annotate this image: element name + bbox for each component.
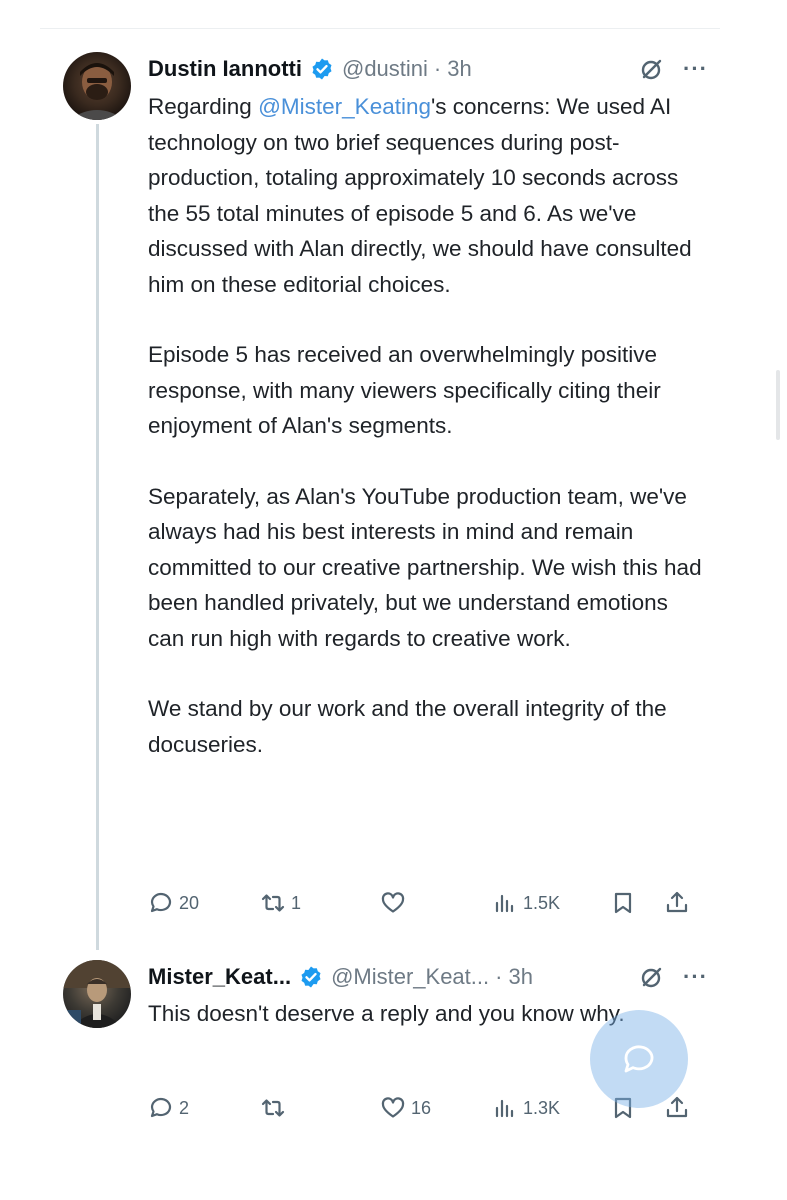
like-button[interactable] xyxy=(380,885,411,921)
views-icon xyxy=(495,894,514,913)
top-divider xyxy=(40,28,720,29)
avatar[interactable] xyxy=(63,52,131,120)
tweet-paragraph: Regarding @Mister_Keating's concerns: We… xyxy=(148,94,692,297)
scrollbar[interactable] xyxy=(776,370,780,440)
share-icon xyxy=(666,891,688,913)
like-count: 16 xyxy=(411,1097,432,1118)
reply-count: 20 xyxy=(179,892,200,913)
views-button[interactable]: 1.3K xyxy=(492,1090,560,1126)
compose-reply-icon xyxy=(624,1045,654,1073)
like-button[interactable]: 16 xyxy=(380,1090,431,1126)
retweet-icon xyxy=(261,894,285,912)
tweet-paragraph: Episode 5 has received an overwhelmingly… xyxy=(148,342,661,438)
tweet-body: Regarding @Mister_Keating's concerns: We… xyxy=(148,89,708,797)
tweet-paragraph: Separately, as Alan's YouTube production… xyxy=(148,483,702,651)
grok-icon[interactable] xyxy=(639,56,665,82)
author-handle[interactable]: @Mister_Keat... xyxy=(331,964,489,990)
views-icon xyxy=(495,1099,514,1118)
reply-count: 2 xyxy=(179,1097,190,1118)
views-button[interactable]: 1.5K xyxy=(492,885,560,921)
avatar-photo xyxy=(69,63,125,120)
thread-connector-line xyxy=(96,124,99,950)
author-display-name[interactable]: Mister_Keat... xyxy=(148,964,291,990)
tweet-actions: 20 1 1.5K xyxy=(148,885,693,921)
share-button[interactable] xyxy=(664,885,690,921)
verified-badge-icon xyxy=(310,57,334,81)
like-icon xyxy=(381,892,405,913)
retweet-icon xyxy=(261,1099,285,1117)
retweet-count: 1 xyxy=(291,892,302,913)
separator-dot: · xyxy=(433,56,442,81)
more-icon[interactable]: ··· xyxy=(683,56,708,82)
grok-icon[interactable] xyxy=(639,964,665,990)
compose-reply-button[interactable] xyxy=(590,1010,688,1108)
avatar-photo xyxy=(63,960,131,1028)
tweet-timestamp[interactable]: 3h xyxy=(447,56,471,82)
tweet-header: Dustin Iannotti @dustini · 3h ··· xyxy=(148,52,708,86)
tweet-header: Mister_Keat... @Mister_Keat... · 3h ··· xyxy=(148,960,708,994)
tweet-timestamp[interactable]: 3h xyxy=(508,964,532,990)
bookmark-icon xyxy=(614,892,632,914)
reply-button[interactable]: 2 xyxy=(148,1090,189,1126)
author-handle[interactable]: @dustini xyxy=(342,56,428,82)
views-count: 1.3K xyxy=(523,1097,561,1118)
reply-icon xyxy=(150,1097,172,1118)
reply-icon xyxy=(150,892,172,913)
views-count: 1.5K xyxy=(523,892,561,913)
reply-button[interactable]: 20 xyxy=(148,885,199,921)
tweet-paragraph: We stand by our work and the overall int… xyxy=(148,696,667,757)
bookmark-button[interactable] xyxy=(610,885,636,921)
verified-badge-icon xyxy=(299,965,323,989)
retweet-button[interactable]: 1 xyxy=(260,885,301,921)
more-icon[interactable]: ··· xyxy=(683,964,708,990)
author-display-name[interactable]: Dustin Iannotti xyxy=(148,56,302,82)
separator-dot: · xyxy=(495,964,503,989)
share-icon xyxy=(666,1096,688,1118)
mention-link[interactable]: @Mister_Keating xyxy=(258,94,431,119)
retweet-button[interactable] xyxy=(260,1090,291,1126)
avatar[interactable] xyxy=(63,960,131,1028)
like-icon xyxy=(381,1097,405,1118)
